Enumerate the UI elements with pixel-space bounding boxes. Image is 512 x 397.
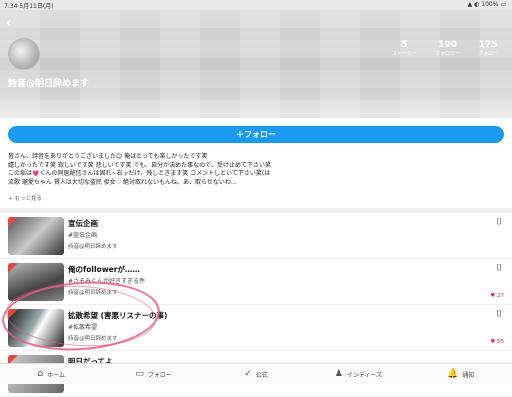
like-count: ♥ 55	[490, 339, 504, 345]
tab-indies[interactable]: ♟ インディーズ	[307, 364, 409, 384]
battery-indicator: ▲ ◐ 100% ▭	[467, 1, 506, 8]
bookmark-icon[interactable]: ⌷	[497, 217, 502, 227]
tab-follow[interactable]: ▭ フォロー	[102, 364, 204, 384]
bio-line: 流歌 瑠愛ちゃん 賢人は大切な盗民 俊女♡ 絶対取れないもんね。あ、取らせないわ…	[8, 178, 237, 186]
indies-icon: ♟	[334, 369, 343, 379]
bookmark-icon[interactable]: ⌷	[497, 309, 502, 319]
status-bar: 7:34 5月11日(月) ▲ ◐ 100% ▭	[0, 0, 512, 10]
stat-stories[interactable]: 5 ストーリー	[392, 40, 417, 57]
bio-line: この垢は💗くんの同居配信さんは固れ~右ッだけ、残しときます笑 コメントしといて下…	[8, 170, 271, 178]
new-badge	[8, 263, 18, 273]
stat-following[interactable]: 175 フォロー	[478, 40, 498, 57]
story-title[interactable]: 俺のfollowerが……	[68, 264, 140, 275]
bio-line: 嬉しかったです笑 寂しいです笑 悲しいです笑 でも、自分が決めた事なので、受け止…	[8, 161, 271, 169]
back-chevron-icon[interactable]: ‹	[6, 16, 12, 30]
story-tag[interactable]: #宣伝企画	[68, 230, 97, 239]
stat-followers[interactable]: 100 フォロワー	[435, 40, 460, 57]
home-icon: ⌂	[37, 369, 44, 379]
tab-bar: ⌂ ホーム ▭ フォロー ✓ 公式 ♟ インディーズ 🔔 通知	[0, 363, 512, 384]
new-badge	[8, 217, 18, 227]
profile-header: ‹ 詩音@明日辞めます 5 ストーリー 100 フォロワー 175 フォロー	[0, 10, 512, 118]
bio-line: 皆さん、詩音をありがとうございました😊 俺はとっても楽しかったです笑	[8, 153, 208, 160]
story-author: 詩音@明日辞めます	[68, 244, 118, 250]
story-thumbnail[interactable]	[8, 217, 64, 255]
story-item[interactable]: 宣伝企画 #宣伝企画 詩音@明日辞めます ⌷	[0, 213, 512, 259]
show-more-link[interactable]: + もっと見る	[8, 194, 42, 202]
profile-name: 詩音@明日辞めます	[8, 79, 90, 89]
tab-notifications[interactable]: 🔔 通知	[410, 364, 512, 384]
check-icon: ✓	[244, 369, 252, 379]
avatar[interactable]	[8, 38, 40, 70]
follow-icon: ▭	[135, 369, 144, 379]
status-time: 7:34 5月11日(月)	[4, 3, 54, 10]
story-title[interactable]: 宣伝企画	[68, 218, 98, 229]
follow-button[interactable]: ＋フォロー	[8, 126, 504, 143]
like-count: ♥ 27	[490, 293, 504, 299]
tab-home[interactable]: ⌂ ホーム	[0, 364, 102, 384]
bookmark-icon[interactable]: ⌷	[497, 263, 502, 273]
profile-bio: 皆さん、詩音をありがとうございました😊 俺はとっても楽しかったです笑 嬉しかった…	[8, 153, 504, 187]
tab-official[interactable]: ✓ 公式	[205, 364, 307, 384]
bell-icon: 🔔	[447, 369, 459, 379]
profile-stats: 5 ストーリー 100 フォロワー 175 フォロー	[392, 40, 498, 57]
